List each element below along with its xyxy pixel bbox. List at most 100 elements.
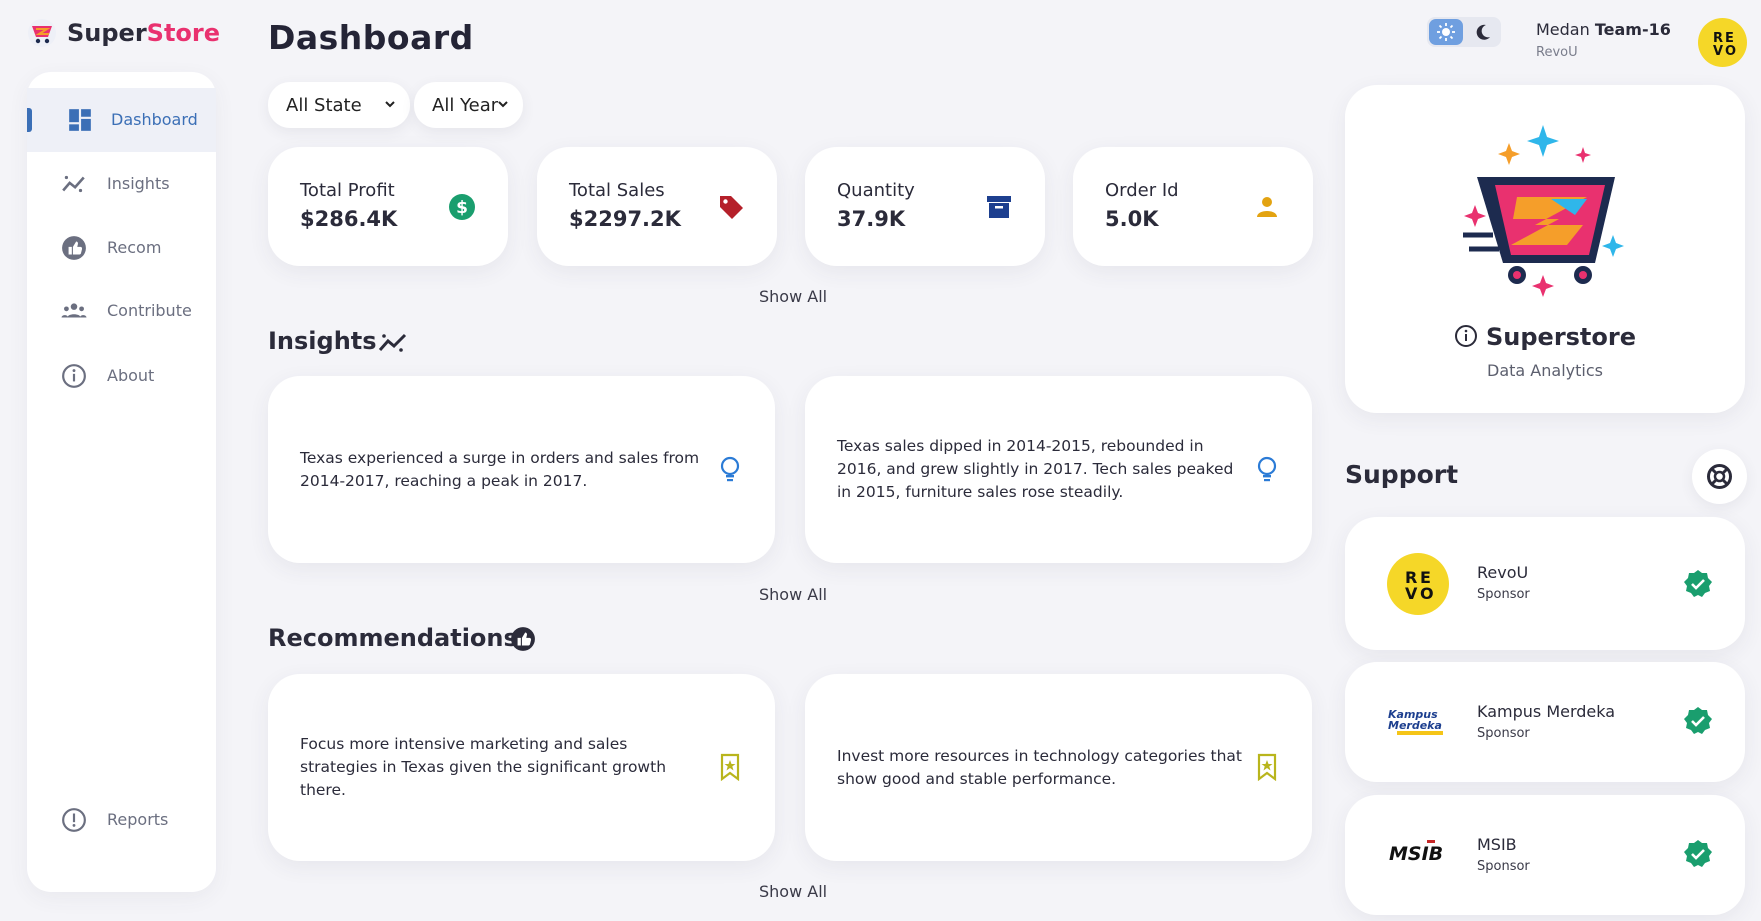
dashboard-icon — [69, 109, 91, 131]
svg-text:Merdeka: Merdeka — [1388, 719, 1442, 732]
sidebar-item-insights[interactable]: Insights — [27, 152, 216, 216]
sponsor-role: Sponsor — [1477, 587, 1530, 602]
archive-box-icon — [987, 196, 1011, 218]
state-filter-select[interactable]: All State — [268, 82, 410, 128]
stat-card-total-sales[interactable]: Total Sales $2297.2K — [537, 147, 777, 266]
app-logo[interactable]: SuperStore — [27, 18, 220, 48]
bookmark-star-icon — [720, 753, 740, 781]
recommendation-text: Focus more intensive marketing and sales… — [300, 735, 667, 799]
sidebar-item-label: Insights — [107, 174, 170, 193]
active-indicator — [27, 108, 32, 132]
stat-label: Total Profit — [300, 180, 395, 201]
app-name-part1: Super — [67, 19, 147, 47]
stat-card-total-profit[interactable]: Total Profit $286.4K $ — [268, 147, 508, 266]
light-mode-button[interactable] — [1429, 19, 1463, 45]
revou-logo: R E V O — [1387, 553, 1449, 615]
sponsor-name: MSIB — [1477, 835, 1517, 854]
app-name-part2: Store — [146, 19, 221, 47]
thumbs-up-icon — [511, 627, 535, 651]
chevron-down-icon — [498, 101, 508, 108]
dark-mode-button[interactable] — [1467, 19, 1499, 45]
sponsor-card-kampus-merdeka[interactable]: Kampus Merdeka Kampus Merdeka Sponsor — [1345, 662, 1745, 782]
stat-label: Quantity — [837, 180, 915, 201]
lightbulb-icon — [720, 456, 740, 482]
recommendation-text: Invest more resources in technology cate… — [837, 746, 1243, 788]
dollar-icon: $ — [449, 194, 475, 220]
sidebar-item-label: About — [107, 366, 155, 385]
sidebar-item-label: Dashboard — [111, 110, 198, 129]
avatar[interactable]: R E V O — [1698, 18, 1747, 67]
sponsor-name: Kampus Merdeka — [1477, 702, 1616, 721]
sponsor-card-msib[interactable]: MSIB MSIB Sponsor — [1345, 795, 1745, 915]
info-icon — [62, 364, 86, 388]
tag-icon — [720, 196, 743, 219]
theme-toggle[interactable] — [1427, 17, 1501, 47]
moon-icon — [1476, 24, 1490, 40]
people-icon — [61, 303, 87, 318]
trend-icon — [62, 175, 85, 193]
kampus-merdeka-logo-icon: Kampus Merdeka — [1388, 708, 1443, 735]
svg-text:V: V — [1713, 44, 1723, 59]
year-filter-value: All Year — [432, 94, 499, 116]
insight-card[interactable]: Texas sales dipped in 2014-2015, rebound… — [805, 376, 1312, 563]
stat-value: $286.4K — [300, 207, 398, 231]
info-icon — [1454, 325, 1477, 347]
stat-label: Total Sales — [569, 180, 665, 201]
chevron-down-icon — [385, 101, 395, 108]
superstore-logo-icon — [1463, 125, 1624, 297]
stat-card-quantity[interactable]: Quantity 37.9K — [805, 147, 1045, 266]
sidebar: Dashboard Insights Recom Contribute Abou… — [27, 72, 216, 892]
stat-value: 37.9K — [837, 207, 906, 231]
stat-card-order-id[interactable]: Order Id 5.0K — [1073, 147, 1313, 266]
bookmark-star-icon — [1257, 753, 1277, 781]
sidebar-item-dashboard[interactable]: Dashboard — [27, 88, 216, 152]
svg-text:O: O — [1420, 584, 1434, 603]
sponsor-role: Sponsor — [1477, 859, 1530, 874]
promo-subtitle: Data Analytics — [1487, 361, 1603, 380]
support-title: Support — [1345, 460, 1459, 489]
show-all-recommendations-link[interactable]: Show All — [759, 882, 827, 901]
sidebar-item-label: Recom — [107, 238, 162, 257]
sponsor-card-revou[interactable]: R E V O RevoU Sponsor — [1345, 517, 1745, 650]
cart-logo-icon — [28, 19, 56, 47]
promo-title: Superstore — [1345, 323, 1745, 351]
sidebar-item-reports[interactable]: Reports — [27, 788, 216, 852]
lifebuoy-icon — [1707, 464, 1732, 489]
stat-label: Order Id — [1105, 180, 1179, 201]
user-first-name: Medan — [1536, 20, 1595, 39]
svg-text:O: O — [1725, 44, 1736, 59]
verified-check-icon — [1684, 840, 1712, 867]
msib-logo: MSIB — [1387, 837, 1449, 871]
insights-title: Insights — [268, 327, 377, 355]
sidebar-item-label: Reports — [107, 810, 169, 829]
lightbulb-icon — [1257, 456, 1277, 482]
sidebar-item-contribute[interactable]: Contribute — [27, 279, 216, 343]
insight-card[interactable]: Texas experienced a surge in orders and … — [268, 376, 775, 563]
verified-check-icon — [1684, 707, 1712, 734]
kampus-merdeka-logo: Kampus Merdeka — [1387, 704, 1449, 738]
recommendation-card[interactable]: Invest more resources in technology cate… — [805, 674, 1312, 861]
verified-check-icon — [1684, 570, 1712, 597]
user-icon — [1257, 197, 1277, 217]
year-filter-select[interactable]: All Year — [414, 82, 523, 128]
msib-logo-icon: MSIB — [1389, 840, 1443, 865]
user-team: Team-16 — [1594, 20, 1671, 39]
sidebar-item-about[interactable]: About — [27, 344, 216, 408]
recommendations-title: Recommendations — [268, 624, 518, 652]
show-all-insights-link[interactable]: Show All — [759, 585, 827, 604]
support-button[interactable] — [1692, 449, 1747, 504]
recommendation-card[interactable]: Focus more intensive marketing and sales… — [268, 674, 775, 861]
superstore-promo-card: Superstore Data Analytics — [1345, 85, 1745, 413]
alert-icon — [62, 808, 86, 832]
state-filter-value: All State — [286, 94, 362, 116]
user-org: RevoU — [1536, 45, 1578, 60]
sidebar-item-recom[interactable]: Recom — [27, 216, 216, 280]
stat-value: 5.0K — [1105, 207, 1159, 231]
show-all-stats-link[interactable]: Show All — [759, 287, 827, 306]
revou-logo-icon: R E V O — [1405, 568, 1434, 603]
svg-text:MSIB: MSIB — [1389, 843, 1443, 865]
stat-value: $2297.2K — [569, 207, 681, 231]
svg-text:$: $ — [456, 198, 468, 218]
promo-title-text: Superstore — [1485, 323, 1637, 351]
page-title: Dashboard — [268, 18, 474, 57]
